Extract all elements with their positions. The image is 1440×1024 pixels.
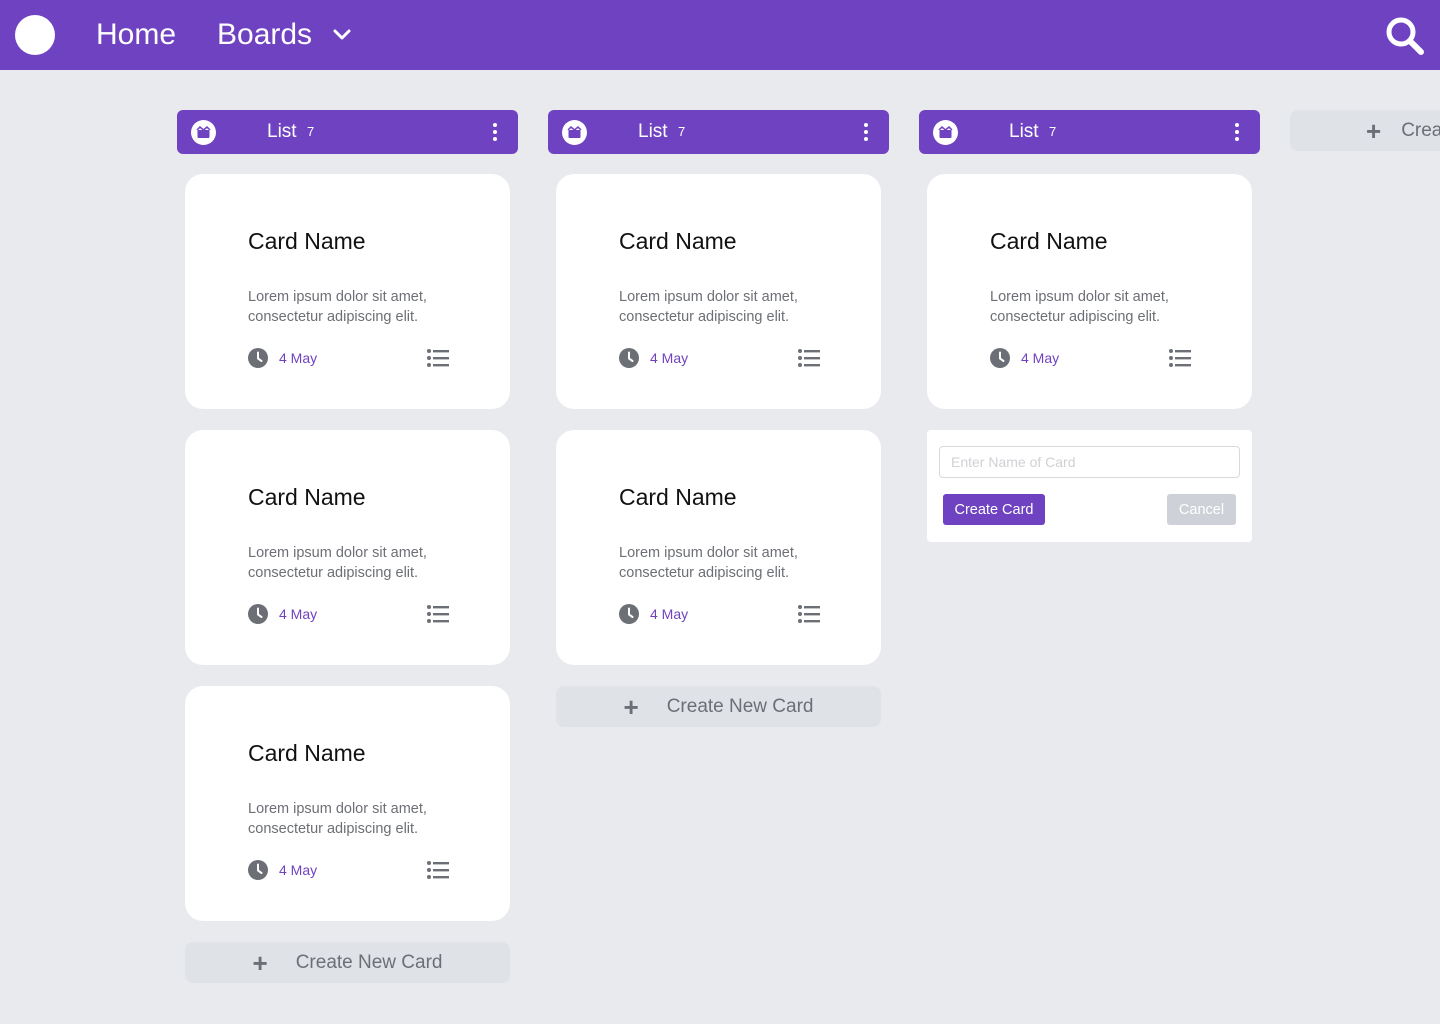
- create-new-card-label: Create New Card: [666, 695, 814, 717]
- list-count: 7: [678, 124, 686, 139]
- card-due-date: 4 May: [1021, 350, 1060, 366]
- card[interactable]: Card Name Lorem ipsum dolor sit amet, co…: [556, 430, 881, 665]
- list-column: List 7 Card Name Lorem ipsum dolor sit a…: [919, 110, 1260, 542]
- card-description: Lorem ipsum dolor sit amet, consectetur …: [248, 545, 427, 581]
- kebab-dot: [1235, 123, 1239, 127]
- clock-icon: [619, 604, 639, 624]
- plus-icon: +: [623, 691, 639, 722]
- create-list-button[interactable]: + Create: [1290, 110, 1440, 151]
- search-button[interactable]: [1383, 14, 1427, 58]
- list-column: List 7 Card Name Lorem ipsum dolor sit a…: [548, 110, 889, 727]
- card-due-date: 4 May: [650, 350, 689, 366]
- clock-icon: [619, 348, 639, 368]
- kebab-dot: [493, 137, 497, 141]
- checklist-icon[interactable]: [427, 861, 449, 879]
- nav-boards-label: Boards: [217, 18, 313, 51]
- plus-icon: +: [252, 947, 268, 978]
- card-description: Lorem ipsum dolor sit amet, consectetur …: [619, 289, 798, 325]
- card[interactable]: Card Name Lorem ipsum dolor sit amet, co…: [927, 174, 1252, 409]
- chevron-down-icon: [333, 29, 351, 40]
- plus-icon: +: [1366, 115, 1382, 146]
- search-icon: [1386, 17, 1424, 55]
- box-icon: [562, 120, 587, 145]
- list-menu-button[interactable]: [490, 123, 500, 141]
- card-title: Card Name: [619, 228, 737, 254]
- card-description: Lorem ipsum dolor sit amet, consectetur …: [619, 545, 798, 581]
- create-new-card-button[interactable]: + Create New Card: [556, 686, 881, 727]
- create-list-label: Create: [1401, 119, 1440, 141]
- add-card-form: Create Card Cancel: [927, 430, 1252, 542]
- card-title: Card Name: [248, 484, 366, 510]
- cancel-button[interactable]: Cancel: [1167, 494, 1236, 525]
- list-column: List 7 Card Name Lorem ipsum dolor sit a…: [177, 110, 518, 983]
- checklist-icon[interactable]: [427, 605, 449, 623]
- list-title: List: [1009, 121, 1039, 142]
- checklist-icon[interactable]: [427, 349, 449, 367]
- kebab-dot: [493, 130, 497, 134]
- list-header: List 7: [919, 110, 1260, 154]
- card-due-date: 4 May: [279, 606, 318, 622]
- kebab-dot: [493, 123, 497, 127]
- checklist-icon[interactable]: [1169, 349, 1191, 367]
- clock-icon: [990, 348, 1010, 368]
- list-count: 7: [1049, 124, 1057, 139]
- create-card-button[interactable]: Create Card: [943, 494, 1045, 525]
- card-due-date: 4 May: [650, 606, 689, 622]
- card-description: Lorem ipsum dolor sit amet, consectetur …: [248, 289, 427, 325]
- checklist-icon[interactable]: [798, 605, 820, 623]
- list-menu-button[interactable]: [861, 123, 871, 141]
- card-title: Card Name: [619, 484, 737, 510]
- card[interactable]: Card Name Lorem ipsum dolor sit amet, co…: [185, 430, 510, 665]
- kebab-dot: [864, 137, 868, 141]
- card[interactable]: Card Name Lorem ipsum dolor sit amet, co…: [556, 174, 881, 409]
- card-description: Lorem ipsum dolor sit amet, consectetur …: [990, 289, 1169, 325]
- kebab-dot: [864, 130, 868, 134]
- logo[interactable]: [15, 15, 55, 55]
- kebab-dot: [1235, 130, 1239, 134]
- list-count: 7: [307, 124, 315, 139]
- kebab-dot: [864, 123, 868, 127]
- list-header: List 7: [177, 110, 518, 154]
- kebab-dot: [1235, 137, 1239, 141]
- create-new-card-label: Create New Card: [295, 951, 443, 973]
- card[interactable]: Card Name Lorem ipsum dolor sit amet, co…: [185, 174, 510, 409]
- clock-icon: [248, 860, 268, 880]
- create-new-card-button[interactable]: + Create New Card: [185, 942, 510, 983]
- list-title: List: [638, 121, 668, 142]
- top-navbar: Home Boards: [0, 0, 1440, 70]
- clock-icon: [248, 348, 268, 368]
- card-description: Lorem ipsum dolor sit amet, consectetur …: [248, 801, 427, 837]
- card[interactable]: Card Name Lorem ipsum dolor sit amet, co…: [185, 686, 510, 921]
- nav-home-link[interactable]: Home: [96, 17, 176, 53]
- list-header: List 7: [548, 110, 889, 154]
- box-icon: [933, 120, 958, 145]
- nav-boards-dropdown[interactable]: Boards: [217, 17, 352, 53]
- card-name-input[interactable]: [939, 446, 1240, 478]
- card-title: Card Name: [990, 228, 1108, 254]
- list-title: List: [267, 121, 297, 142]
- card-title: Card Name: [248, 740, 366, 766]
- list-menu-button[interactable]: [1232, 123, 1242, 141]
- card-title: Card Name: [248, 228, 366, 254]
- card-due-date: 4 May: [279, 862, 318, 878]
- checklist-icon[interactable]: [798, 349, 820, 367]
- card-due-date: 4 May: [279, 350, 318, 366]
- box-icon: [191, 120, 216, 145]
- clock-icon: [248, 604, 268, 624]
